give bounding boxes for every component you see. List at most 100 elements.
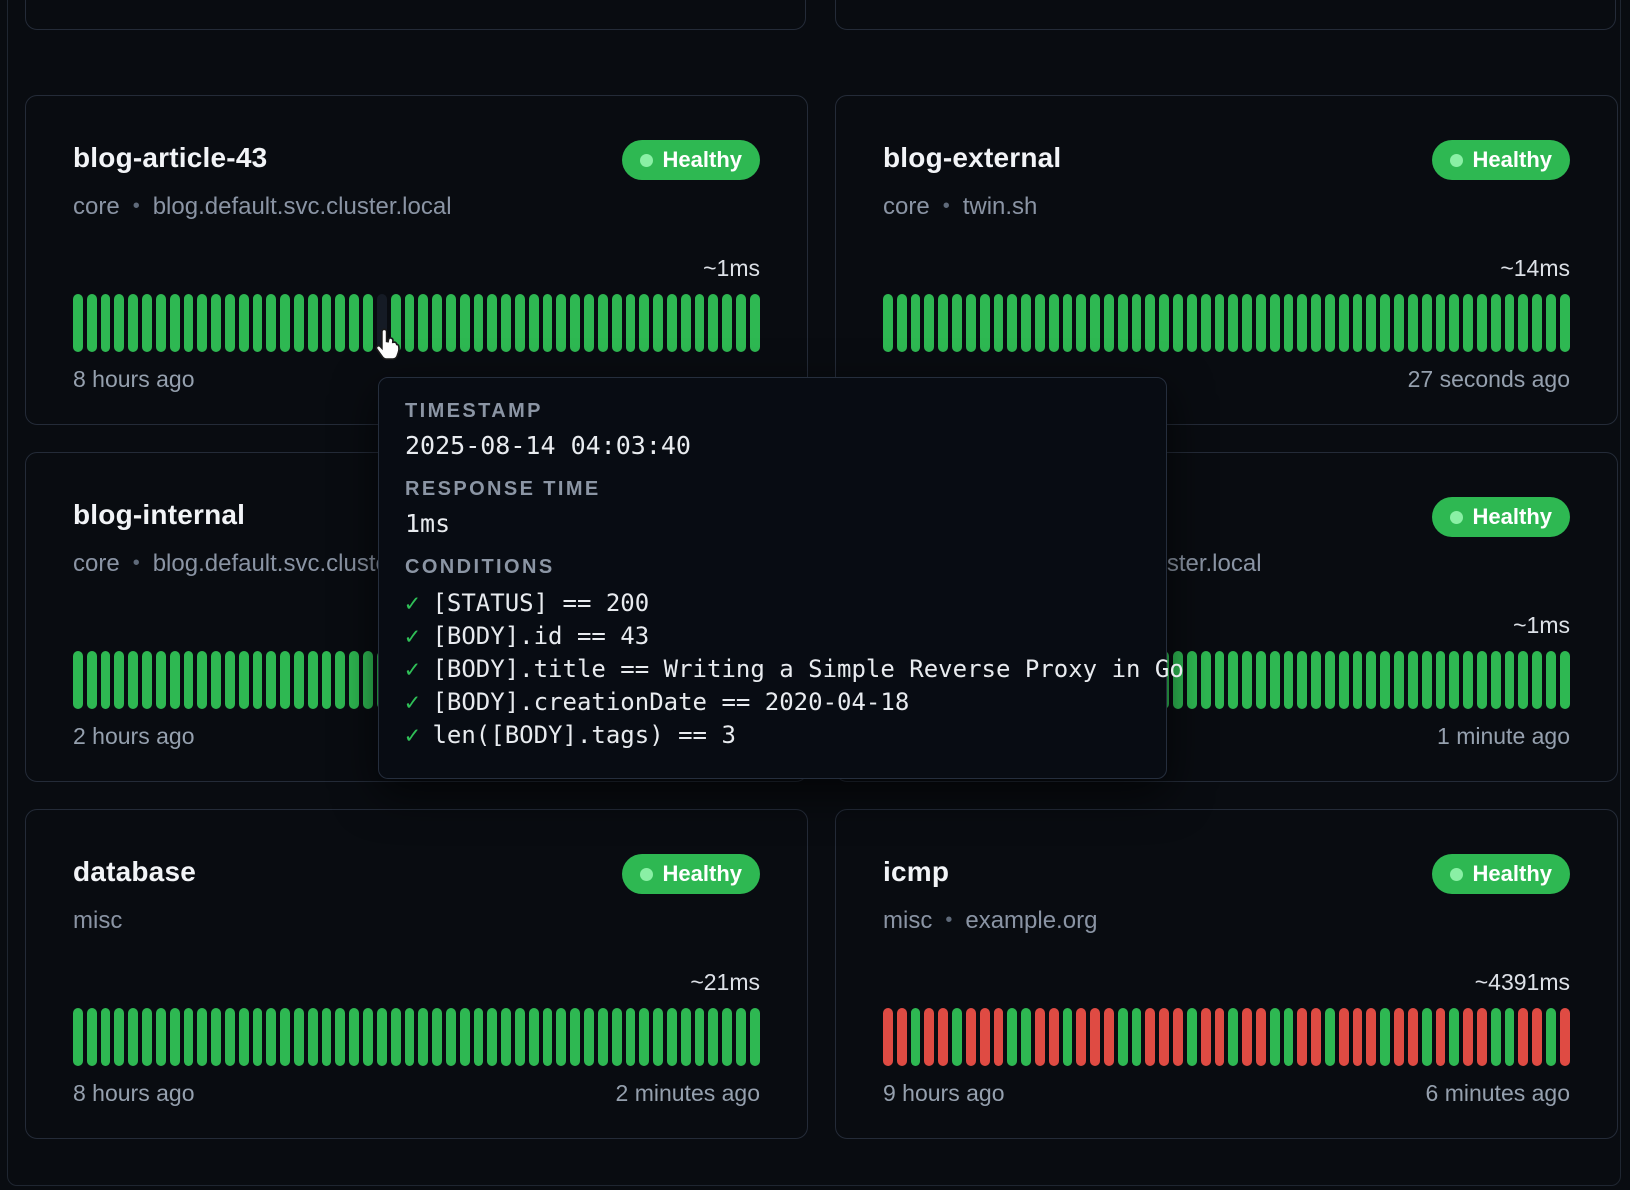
status-bar[interactable] bbox=[1201, 651, 1211, 709]
status-bar[interactable] bbox=[515, 1008, 525, 1066]
status-bar[interactable] bbox=[1076, 294, 1086, 352]
status-bar[interactable] bbox=[681, 1008, 691, 1066]
status-bar[interactable] bbox=[1366, 294, 1376, 352]
status-bar[interactable] bbox=[280, 294, 290, 352]
status-bar[interactable] bbox=[211, 1008, 221, 1066]
status-bar[interactable] bbox=[1366, 1008, 1376, 1066]
status-bar[interactable] bbox=[432, 294, 442, 352]
status-bar[interactable] bbox=[1076, 1008, 1086, 1066]
status-bar[interactable] bbox=[736, 294, 746, 352]
status-bar[interactable] bbox=[225, 651, 235, 709]
status-bar[interactable] bbox=[225, 1008, 235, 1066]
status-bar[interactable] bbox=[1270, 294, 1280, 352]
status-bar[interactable] bbox=[1380, 294, 1390, 352]
status-bar[interactable] bbox=[363, 1008, 373, 1066]
status-bar[interactable] bbox=[1532, 651, 1542, 709]
status-bar[interactable] bbox=[1284, 294, 1294, 352]
status-bar[interactable] bbox=[1505, 1008, 1515, 1066]
endpoint-card-database[interactable]: database Healthy misc ~21ms 8 hours ago … bbox=[25, 809, 808, 1139]
status-bar[interactable] bbox=[966, 294, 976, 352]
status-bar[interactable] bbox=[1463, 294, 1473, 352]
status-bar[interactable] bbox=[966, 1008, 976, 1066]
status-bar[interactable] bbox=[529, 1008, 539, 1066]
status-bar[interactable] bbox=[570, 294, 580, 352]
status-bar[interactable] bbox=[363, 651, 373, 709]
status-bar[interactable] bbox=[1201, 294, 1211, 352]
status-bar[interactable] bbox=[1532, 1008, 1542, 1066]
status-bar[interactable] bbox=[1325, 294, 1335, 352]
status-bar[interactable] bbox=[225, 294, 235, 352]
status-bar[interactable] bbox=[1449, 651, 1459, 709]
status-bar[interactable] bbox=[197, 1008, 207, 1066]
status-bar[interactable] bbox=[1132, 1008, 1142, 1066]
status-bar[interactable] bbox=[239, 1008, 249, 1066]
status-bar[interactable] bbox=[626, 294, 636, 352]
status-bar[interactable] bbox=[1035, 294, 1045, 352]
status-bar[interactable] bbox=[584, 1008, 594, 1066]
status-bar[interactable] bbox=[598, 1008, 608, 1066]
status-bar[interactable] bbox=[349, 1008, 359, 1066]
status-bar[interactable] bbox=[543, 294, 553, 352]
status-bar[interactable] bbox=[1477, 1008, 1487, 1066]
status-bar[interactable] bbox=[322, 294, 332, 352]
status-bar[interactable] bbox=[667, 294, 677, 352]
status-bar[interactable] bbox=[1242, 1008, 1252, 1066]
status-bar[interactable] bbox=[1546, 294, 1556, 352]
status-bar[interactable] bbox=[101, 1008, 111, 1066]
status-bar[interactable] bbox=[1270, 1008, 1280, 1066]
status-bar[interactable] bbox=[1339, 1008, 1349, 1066]
status-bar[interactable] bbox=[1007, 294, 1017, 352]
status-bar[interactable] bbox=[266, 651, 276, 709]
status-bar[interactable] bbox=[128, 651, 138, 709]
status-bar[interactable] bbox=[1159, 1008, 1169, 1066]
status-bar[interactable] bbox=[87, 294, 97, 352]
status-bar[interactable] bbox=[750, 294, 760, 352]
status-bar[interactable] bbox=[280, 651, 290, 709]
status-bar[interactable] bbox=[952, 294, 962, 352]
status-bar[interactable] bbox=[1215, 1008, 1225, 1066]
status-bar[interactable] bbox=[1201, 1008, 1211, 1066]
status-bar[interactable] bbox=[460, 1008, 470, 1066]
status-bar[interactable] bbox=[1215, 294, 1225, 352]
status-bar[interactable] bbox=[1104, 294, 1114, 352]
status-bar[interactable] bbox=[308, 1008, 318, 1066]
status-bar[interactable] bbox=[722, 294, 732, 352]
status-bar[interactable] bbox=[556, 1008, 566, 1066]
status-bar[interactable] bbox=[501, 294, 511, 352]
status-bar[interactable] bbox=[1505, 294, 1515, 352]
status-bar[interactable] bbox=[952, 1008, 962, 1066]
status-bar[interactable] bbox=[432, 1008, 442, 1066]
status-bar[interactable] bbox=[1284, 1008, 1294, 1066]
status-bar[interactable] bbox=[1256, 1008, 1266, 1066]
status-bar[interactable] bbox=[87, 1008, 97, 1066]
status-bar[interactable] bbox=[266, 1008, 276, 1066]
status-bar[interactable] bbox=[1215, 651, 1225, 709]
status-bar[interactable] bbox=[994, 294, 1004, 352]
status-bar[interactable] bbox=[1505, 651, 1515, 709]
status-bar[interactable] bbox=[1380, 651, 1390, 709]
status-bar[interactable] bbox=[239, 651, 249, 709]
status-bar[interactable] bbox=[529, 294, 539, 352]
status-bar[interactable] bbox=[1339, 294, 1349, 352]
status-bar[interactable] bbox=[170, 1008, 180, 1066]
status-bar[interactable] bbox=[1242, 294, 1252, 352]
status-bar[interactable] bbox=[1339, 651, 1349, 709]
status-bar[interactable] bbox=[142, 651, 152, 709]
status-bar[interactable] bbox=[101, 294, 111, 352]
status-bar[interactable] bbox=[170, 294, 180, 352]
status-bar[interactable] bbox=[308, 651, 318, 709]
status-bar[interactable] bbox=[1311, 294, 1321, 352]
status-bar[interactable] bbox=[363, 294, 373, 352]
status-bar[interactable] bbox=[708, 1008, 718, 1066]
status-bar[interactable] bbox=[994, 1008, 1004, 1066]
status-bar[interactable] bbox=[253, 651, 263, 709]
status-bar[interactable] bbox=[418, 1008, 428, 1066]
status-bar[interactable] bbox=[1311, 1008, 1321, 1066]
status-bar[interactable] bbox=[87, 651, 97, 709]
status-bar[interactable] bbox=[1422, 1008, 1432, 1066]
status-bar[interactable] bbox=[294, 1008, 304, 1066]
status-bar[interactable] bbox=[1187, 651, 1197, 709]
status-bar[interactable] bbox=[1297, 1008, 1307, 1066]
status-bar[interactable] bbox=[1007, 1008, 1017, 1066]
status-bar[interactable] bbox=[612, 1008, 622, 1066]
